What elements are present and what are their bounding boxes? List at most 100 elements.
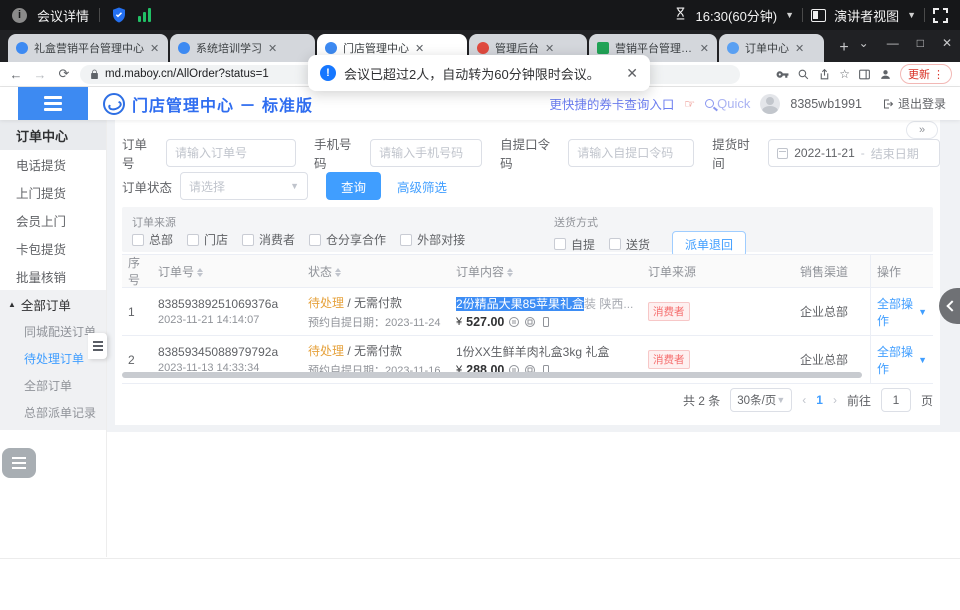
zoom-icon[interactable]: [797, 68, 810, 81]
user-avatar[interactable]: [760, 94, 780, 114]
row-seq: 1: [122, 305, 152, 319]
window-close-icon[interactable]: ✕: [942, 36, 952, 50]
network-signal-icon[interactable]: [138, 8, 151, 22]
back-icon[interactable]: ←: [8, 67, 24, 82]
sidebar-collapse-handle[interactable]: [88, 333, 107, 359]
sidebar-item-door-pickup[interactable]: 上门提货: [0, 178, 106, 206]
sidebar: 订单中心 电话提货 上门提货 会员上门 卡包提货 批量核销 ▲ 全部订单 同城配…: [0, 120, 107, 557]
row-action-dropdown[interactable]: 全部操作▼: [870, 336, 933, 383]
sidebar-item-card-pickup[interactable]: 卡包提货: [0, 234, 106, 262]
sidebar-subitem-hq-dispatch-log[interactable]: 总部派单记录: [0, 399, 106, 426]
prev-page-button[interactable]: ‹: [802, 393, 806, 407]
start-date-value[interactable]: 2022-11-21: [794, 146, 855, 160]
tab-close-icon[interactable]: ✕: [545, 42, 554, 55]
browser-tab-1[interactable]: 礼盒营销平台管理中心 ✕: [8, 34, 168, 62]
query-button[interactable]: 查询: [326, 172, 381, 200]
checkbox-source-hq[interactable]: 总部: [132, 231, 173, 248]
timer-dropdown-icon[interactable]: ▼: [785, 10, 794, 20]
checkbox-delivery-deliver[interactable]: 送货: [609, 236, 650, 253]
sort-icon[interactable]: [197, 268, 203, 277]
browser-tab-2[interactable]: 系统培训学习 ✕: [170, 34, 315, 62]
selected-text: 2份精品大果85苹果礼盒: [456, 297, 584, 311]
info-icon[interactable]: i: [12, 8, 27, 23]
fullscreen-icon[interactable]: [933, 8, 948, 23]
browser-tab-6[interactable]: 订单中心 ✕: [719, 34, 824, 62]
divider: [924, 8, 925, 22]
new-tab-button[interactable]: +: [832, 36, 856, 60]
window-minimize-icon[interactable]: —: [887, 36, 899, 50]
favicon: [597, 42, 609, 54]
floating-menu-button[interactable]: [2, 448, 36, 478]
app-logo-icon: [103, 93, 125, 115]
sidebar-item-member-visit[interactable]: 会员上门: [0, 206, 106, 234]
screen: i 会议详情 16:30(60分钟) ▼ 演讲者视图 ▼: [0, 0, 960, 610]
view-dropdown-icon[interactable]: ▼: [907, 10, 916, 20]
order-status-label: 订单状态: [122, 177, 172, 196]
search-icon: [705, 99, 714, 108]
package-icon[interactable]: [524, 316, 536, 328]
share-icon[interactable]: [818, 68, 831, 81]
view-mode-selector[interactable]: 演讲者视图: [834, 6, 899, 25]
next-page-button[interactable]: ›: [833, 393, 837, 407]
username: 8385wb1991: [790, 97, 862, 111]
side-panel-icon[interactable]: [858, 68, 871, 81]
meeting-details-button[interactable]: 会议详情: [37, 6, 89, 25]
pickup-time-label: 提货时间: [712, 134, 760, 172]
page-lower-whitespace: [0, 432, 960, 558]
hamburger-menu-button[interactable]: [18, 87, 88, 120]
checkbox-source-store[interactable]: 门店: [187, 231, 228, 248]
phone-icon[interactable]: [540, 316, 552, 328]
lock-icon[interactable]: [90, 69, 99, 80]
sidebar-group-all-orders[interactable]: ▲ 全部订单: [0, 290, 106, 318]
reload-icon[interactable]: ⟳: [56, 66, 72, 82]
reserve-date: 预约自提日期：2023-11-24: [308, 314, 444, 330]
phone-input[interactable]: [370, 139, 482, 167]
checkbox-source-warehouse-share[interactable]: 仓分享合作: [309, 231, 386, 248]
end-date-placeholder[interactable]: 结束日期: [871, 145, 919, 162]
bookmark-star-icon[interactable]: ☆: [839, 67, 850, 81]
sort-icon[interactable]: [507, 268, 513, 277]
advanced-filter-link[interactable]: 高级筛选: [397, 177, 447, 196]
phone-label: 手机号码: [314, 134, 362, 172]
window-maximize-icon[interactable]: □: [917, 36, 924, 50]
logout-button[interactable]: 退出登录: [882, 95, 946, 112]
profile-avatar-icon[interactable]: [879, 68, 892, 81]
key-icon[interactable]: [776, 68, 789, 81]
checkbox-source-external[interactable]: 外部对接: [400, 231, 465, 248]
pickup-code-input[interactable]: [568, 139, 694, 167]
tab-close-icon[interactable]: ✕: [150, 42, 159, 55]
horizontal-scrollbar[interactable]: [122, 372, 862, 378]
tab-close-icon[interactable]: ✕: [795, 42, 804, 55]
checkbox-icon: [609, 238, 621, 250]
coupon-query-link[interactable]: 更快捷的券卡查询入口: [549, 94, 674, 113]
sidebar-item-batch-verify[interactable]: 批量核销: [0, 262, 106, 290]
header-status[interactable]: 状态: [302, 263, 450, 280]
tab-close-icon[interactable]: ✕: [700, 42, 709, 55]
order-content: 2份精品大果85苹果礼盒装 陕西...: [456, 295, 636, 312]
tab-close-icon[interactable]: ✕: [268, 42, 277, 55]
sidebar-subitem-all-orders[interactable]: 全部订单: [0, 372, 106, 399]
order-status-select[interactable]: 请选择 ▼: [180, 172, 308, 200]
row-action-dropdown[interactable]: 全部操作▼: [870, 288, 933, 335]
browser-update-chip[interactable]: 更新 ⋮: [900, 64, 952, 84]
toast-close-icon[interactable]: ✕: [626, 65, 638, 82]
header-content[interactable]: 订单内容: [450, 263, 642, 280]
forward-icon[interactable]: →: [32, 67, 48, 82]
sidebar-item-phone-pickup[interactable]: 电话提货: [0, 150, 106, 178]
date-range-picker[interactable]: 2022-11-21 - 结束日期: [768, 139, 940, 167]
window-menu-icon[interactable]: ⌄: [859, 36, 869, 50]
checkbox-source-consumer[interactable]: 消费者: [242, 231, 295, 248]
meeting-timer: 16:30(60分钟): [695, 6, 777, 25]
checkbox-delivery-selfpickup[interactable]: 自提: [554, 236, 595, 253]
goto-page-input[interactable]: [881, 388, 911, 412]
sales-channel: 企业总部: [794, 303, 870, 320]
tab-close-icon[interactable]: ✕: [415, 42, 424, 55]
header-order-no[interactable]: 订单号: [152, 263, 302, 280]
quick-search-button[interactable]: Quick: [705, 96, 750, 111]
security-shield-icon[interactable]: [110, 6, 128, 24]
sort-icon[interactable]: [335, 268, 341, 277]
page-size-select[interactable]: 30条/页 ▼: [730, 388, 792, 412]
order-no-input[interactable]: [166, 139, 296, 167]
current-page[interactable]: 1: [816, 393, 823, 407]
receipt-icon[interactable]: [508, 316, 520, 328]
